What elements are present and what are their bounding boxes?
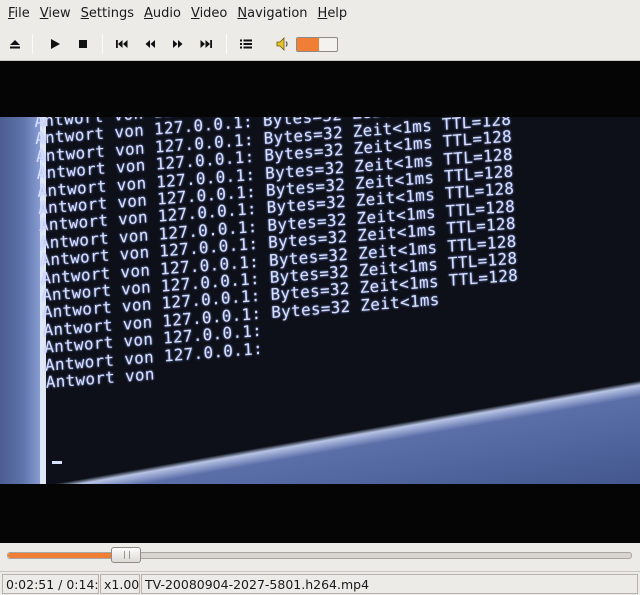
menu-label: udio [152,6,181,21]
mute-button[interactable] [271,32,295,56]
play-icon [51,39,60,49]
menu-label: ile [14,6,30,21]
video-frame: Antwort von 127.0.0.1: Bytes=32 Zeit<1ms… [0,117,640,484]
seek-bar-row [0,543,640,571]
skip-forward-button[interactable] [194,32,218,56]
menu-audio[interactable]: Audio [139,0,186,28]
terminal-cursor [52,461,62,464]
menu-bar: File View Settings Audio Video Navigation Help [0,0,640,28]
playlist-icon [240,39,252,49]
skip-forward-icon [200,40,212,48]
menu-settings[interactable]: Settings [76,0,139,28]
menu-mnemonic: V [190,6,200,21]
rewind-button[interactable] [138,32,162,56]
seek-slider[interactable] [7,552,632,559]
menu-help[interactable]: Help [313,0,353,28]
menu-label: ettings [88,6,134,21]
fast-forward-icon [173,40,183,48]
menu-file[interactable]: File [3,0,35,28]
menu-mnemonic: H [317,6,328,21]
fast-forward-button[interactable] [166,32,190,56]
eject-button[interactable] [3,32,27,56]
stop-button[interactable] [71,32,95,56]
menu-label: avigation [247,6,308,21]
skip-back-icon [116,40,128,48]
toolbar-separator [226,34,227,54]
toolbar-separator [102,34,103,54]
menu-label: iew [48,6,71,21]
rewind-icon [145,40,155,48]
speaker-icon [276,37,288,51]
volume-slider[interactable] [296,37,338,52]
stop-icon [79,40,87,48]
menu-label: ideo [199,6,228,21]
volume-level [297,38,319,51]
skip-back-button[interactable] [110,32,134,56]
menu-mnemonic: A [143,6,153,21]
menu-mnemonic: S [80,6,89,21]
play-button[interactable] [43,32,67,56]
filename-display: TV-20080904-2027-5801.h264.mp4 [141,574,638,594]
terminal-output: Antwort von 127.0.0.1: Bytes=32 Zeit<1ms… [34,117,521,392]
time-display: 0:02:51 / 0:14: [2,574,99,594]
eject-icon [10,40,20,49]
toolbar-separator [32,34,33,54]
menu-label: elp [327,6,348,21]
menu-mnemonic: N [237,6,248,21]
menu-view[interactable]: View [35,0,76,28]
playlist-button[interactable] [234,32,258,56]
seek-handle[interactable] [110,547,141,563]
menu-navigation[interactable]: Navigation [232,0,312,28]
speed-display: x1.00 [100,574,140,594]
video-display[interactable]: Antwort von 127.0.0.1: Bytes=32 Zeit<1ms… [0,61,640,543]
status-bar: 0:02:51 / 0:14: x1.00 TV-20080904-2027-5… [0,571,640,595]
menu-video[interactable]: Video [186,0,232,28]
seek-progress [8,553,127,558]
